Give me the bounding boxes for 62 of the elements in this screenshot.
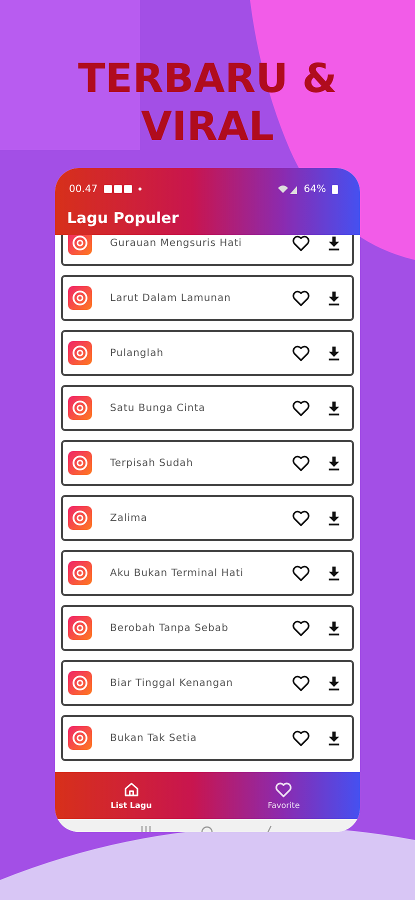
app-title: Lagu Populer — [67, 208, 179, 226]
headline: TERBARU & — [78, 55, 337, 103]
song-card[interactable]: Aku Bukan Terminal Hati — [61, 550, 354, 596]
home-icon — [122, 781, 140, 798]
heart-icon[interactable] — [292, 344, 310, 362]
heart-icon[interactable] — [292, 290, 310, 306]
status-time: 00.47 — [69, 184, 98, 194]
heart-icon[interactable] — [292, 674, 310, 692]
song-card[interactable]: Terpisah Sudah — [61, 440, 354, 486]
song-title: Aku Bukan Terminal Hati — [110, 568, 245, 578]
battery-icon — [332, 184, 338, 194]
song-card[interactable]: Satu Bunga Cinta — [61, 385, 354, 431]
music-app-icon — [68, 286, 92, 310]
music-app-icon — [68, 671, 92, 695]
song-title: Terpisah Sudah — [110, 458, 194, 468]
song-title: Zalima — [110, 512, 148, 524]
heart-icon — [275, 782, 292, 798]
song-title: Biar Tinggal Kenangan — [110, 678, 234, 688]
heart-icon[interactable] — [292, 564, 310, 582]
signal-icon — [278, 184, 298, 194]
heart-icon[interactable] — [292, 400, 310, 416]
heart-icon[interactable] — [292, 620, 310, 636]
music-app-icon — [68, 341, 92, 365]
headline: VIRAL — [140, 103, 274, 151]
song-card[interactable]: Biar Tinggal Kenangan — [61, 660, 354, 706]
song-title: Pulanglah — [110, 348, 165, 358]
download-icon[interactable] — [328, 400, 340, 416]
song-card[interactable]: Berobah Tanpa Sebab — [61, 605, 354, 651]
song-card[interactable]: Pulanglah — [61, 330, 354, 376]
song-title: Satu Bunga Cinta — [110, 402, 206, 414]
song-title: Berobah Tanpa Sebab — [110, 622, 230, 634]
heart-icon[interactable] — [292, 454, 310, 472]
download-icon[interactable] — [328, 620, 340, 636]
download-icon[interactable] — [328, 456, 340, 470]
battery-level: 64% — [304, 184, 326, 194]
download-icon[interactable] — [328, 236, 340, 250]
music-app-icon — [68, 451, 92, 475]
music-app-icon — [68, 616, 92, 640]
song-title: Gurauan Mengsuris Hati — [110, 238, 243, 248]
song-title: Bukan Tak Setia — [110, 732, 198, 744]
nav-tab[interactable]: Favorite — [208, 772, 360, 819]
music-app-icon — [68, 235, 92, 255]
music-app-icon — [68, 396, 92, 420]
download-icon[interactable] — [328, 676, 340, 690]
heart-icon[interactable] — [292, 235, 310, 252]
heart-icon[interactable] — [292, 730, 310, 746]
download-icon[interactable] — [328, 290, 340, 306]
notification-icons — [104, 184, 144, 194]
song-card[interactable]: Bukan Tak Setia — [61, 715, 354, 761]
download-icon[interactable] — [328, 346, 340, 360]
download-icon[interactable] — [328, 730, 340, 746]
music-app-icon — [68, 726, 92, 750]
song-card[interactable]: Gurauan Mengsuris Hati — [61, 235, 354, 266]
download-icon[interactable] — [328, 566, 340, 580]
song-card[interactable]: Larut Dalam Lamunan — [61, 275, 354, 321]
music-app-icon — [68, 561, 92, 585]
music-app-icon — [68, 506, 92, 530]
heart-icon[interactable] — [292, 510, 310, 526]
download-icon[interactable] — [328, 510, 340, 526]
song-card[interactable]: Zalima — [61, 495, 354, 541]
nav-tab[interactable]: List Lagu — [55, 772, 208, 819]
song-title: Larut Dalam Lamunan — [110, 292, 232, 304]
